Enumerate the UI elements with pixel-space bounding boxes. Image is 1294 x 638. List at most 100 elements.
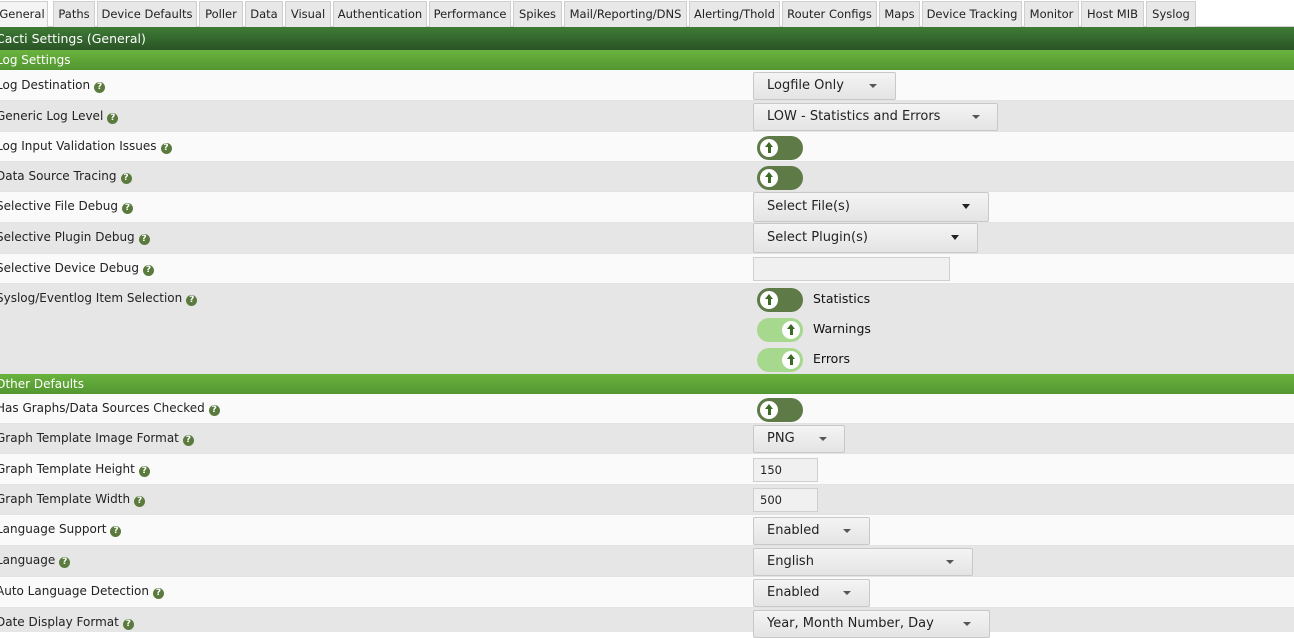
arrow-up-icon [765, 172, 773, 184]
row-date-display-format: Date Display Format? Year, Month Number,… [0, 608, 1294, 638]
row-graph-image-format: Graph Template Image Format? PNG [0, 424, 1294, 454]
toggle-knob [782, 321, 800, 339]
tab-router-configs[interactable]: Router Configs [782, 1, 877, 27]
row-language-support: Language Support? Enabled [0, 515, 1294, 546]
chevron-down-icon [963, 622, 971, 626]
row-log-destination: Log Destination? Logfile Only [0, 70, 1294, 101]
field-label: Log Input Validation Issues? [0, 139, 172, 154]
help-icon[interactable]: ? [142, 265, 154, 276]
field-label: Syslog/Eventlog Item Selection? [0, 291, 198, 306]
log-input-validation-toggle[interactable] [757, 136, 803, 160]
statistics-label: Statistics [813, 291, 871, 306]
row-has-graphs-checked: Has Graphs/Data Sources Checked? [0, 394, 1294, 424]
date-display-format-select[interactable]: Year, Month Number, Day [753, 610, 990, 638]
chevron-down-icon [972, 115, 980, 119]
help-icon[interactable]: ? [138, 466, 150, 477]
help-icon[interactable]: ? [153, 588, 165, 599]
has-graphs-checked-toggle[interactable] [757, 398, 803, 422]
selective-device-debug-input[interactable] [753, 257, 950, 281]
help-icon[interactable]: ? [120, 173, 132, 184]
field-label: Selective Device Debug? [0, 261, 154, 276]
help-icon[interactable]: ? [122, 619, 134, 630]
chevron-down-icon [819, 437, 827, 441]
statistics-toggle[interactable] [757, 288, 803, 312]
graph-height-input[interactable]: 150 [753, 458, 818, 482]
tab-device-tracking[interactable]: Device Tracking [922, 1, 1022, 27]
field-label: Language? [0, 553, 71, 568]
tab-performance[interactable]: Performance [429, 1, 511, 27]
tab-host-mib[interactable]: Host MIB [1081, 1, 1144, 27]
tab-alerting-thold[interactable]: Alerting/Thold [689, 1, 780, 27]
graph-width-input[interactable]: 500 [753, 488, 818, 512]
row-auto-language-detection: Auto Language Detection? Enabled [0, 577, 1294, 608]
tab-paths[interactable]: Paths [53, 1, 95, 27]
auto-language-detection-select[interactable]: Enabled [753, 579, 870, 607]
help-icon[interactable]: ? [59, 557, 71, 568]
field-label: Generic Log Level? [0, 109, 119, 124]
section-title: Other Defaults [0, 377, 84, 391]
warnings-toggle[interactable] [757, 318, 803, 342]
section-header-log-settings: Log Settings [0, 50, 1294, 70]
tab-authentication[interactable]: Authentication [333, 1, 427, 27]
row-selective-plugin-debug: Selective Plugin Debug? Select Plugin(s) [0, 223, 1294, 254]
tab-data[interactable]: Data [245, 1, 283, 27]
chevron-down-icon [962, 204, 970, 209]
arrow-up-icon [787, 354, 795, 366]
errors-label: Errors [813, 351, 850, 366]
generic-log-level-select[interactable]: LOW - Statistics and Errors [753, 103, 998, 131]
help-icon[interactable]: ? [110, 526, 122, 537]
tab-syslog[interactable]: Syslog [1146, 1, 1196, 27]
page-title-bar: Cacti Settings (General) [0, 27, 1294, 50]
row-selective-device-debug: Selective Device Debug? [0, 254, 1294, 284]
row-selective-file-debug: Selective File Debug? Select File(s) [0, 192, 1294, 223]
errors-toggle[interactable] [757, 348, 803, 372]
chevron-down-icon [843, 529, 851, 533]
log-destination-select[interactable]: Logfile Only [753, 72, 896, 100]
chevron-down-icon [869, 84, 877, 88]
help-icon[interactable]: ? [122, 203, 134, 214]
field-label: Selective File Debug? [0, 199, 134, 214]
help-icon[interactable]: ? [94, 82, 106, 93]
tab-mail-reporting-dns[interactable]: Mail/Reporting/DNS [564, 1, 687, 27]
help-icon[interactable]: ? [182, 435, 194, 446]
row-generic-log-level: Generic Log Level? LOW - Statistics and … [0, 101, 1294, 132]
page-title: Cacti Settings (General) [0, 31, 146, 46]
tab-visual[interactable]: Visual [285, 1, 331, 27]
arrow-up-icon [765, 404, 773, 416]
selective-plugin-debug-select[interactable]: Select Plugin(s) [753, 223, 978, 253]
tab-general[interactable]: General [0, 1, 48, 27]
tab-spikes[interactable]: Spikes [513, 1, 562, 27]
tab-maps[interactable]: Maps [879, 1, 920, 27]
arrow-up-icon [765, 294, 773, 306]
row-data-source-tracing: Data Source Tracing? [0, 162, 1294, 192]
data-source-tracing-toggle[interactable] [757, 166, 803, 190]
warnings-label: Warnings [813, 321, 871, 336]
tab-device-defaults[interactable]: Device Defaults [97, 1, 197, 27]
row-graph-width: Graph Template Width? 500 [0, 485, 1294, 515]
toggle-knob [760, 401, 778, 419]
help-icon[interactable]: ? [208, 405, 220, 416]
tab-monitor[interactable]: Monitor [1024, 1, 1079, 27]
row-graph-height: Graph Template Height? 150 [0, 454, 1294, 485]
help-icon[interactable]: ? [160, 143, 172, 154]
field-label: Language Support? [0, 522, 122, 537]
field-label: Graph Template Height? [0, 462, 150, 477]
language-support-select[interactable]: Enabled [753, 517, 870, 545]
field-label: Data Source Tracing? [0, 169, 132, 184]
arrow-up-icon [765, 142, 773, 154]
field-label: Date Display Format? [0, 615, 134, 630]
row-syslog-item-selection: Syslog/Eventlog Item Selection? Statisti… [0, 284, 1294, 374]
toggle-knob [760, 291, 778, 309]
row-log-input-validation: Log Input Validation Issues? [0, 132, 1294, 162]
help-icon[interactable]: ? [138, 234, 150, 245]
graph-image-format-select[interactable]: PNG [753, 425, 845, 453]
section-title: Log Settings [0, 53, 71, 67]
help-icon[interactable]: ? [134, 496, 146, 507]
help-icon[interactable]: ? [186, 295, 198, 306]
language-select[interactable]: English [753, 548, 973, 576]
tab-poller[interactable]: Poller [199, 1, 243, 27]
chevron-down-icon [843, 591, 851, 595]
toggle-knob [782, 351, 800, 369]
selective-file-debug-select[interactable]: Select File(s) [753, 192, 989, 222]
help-icon[interactable]: ? [107, 113, 119, 124]
